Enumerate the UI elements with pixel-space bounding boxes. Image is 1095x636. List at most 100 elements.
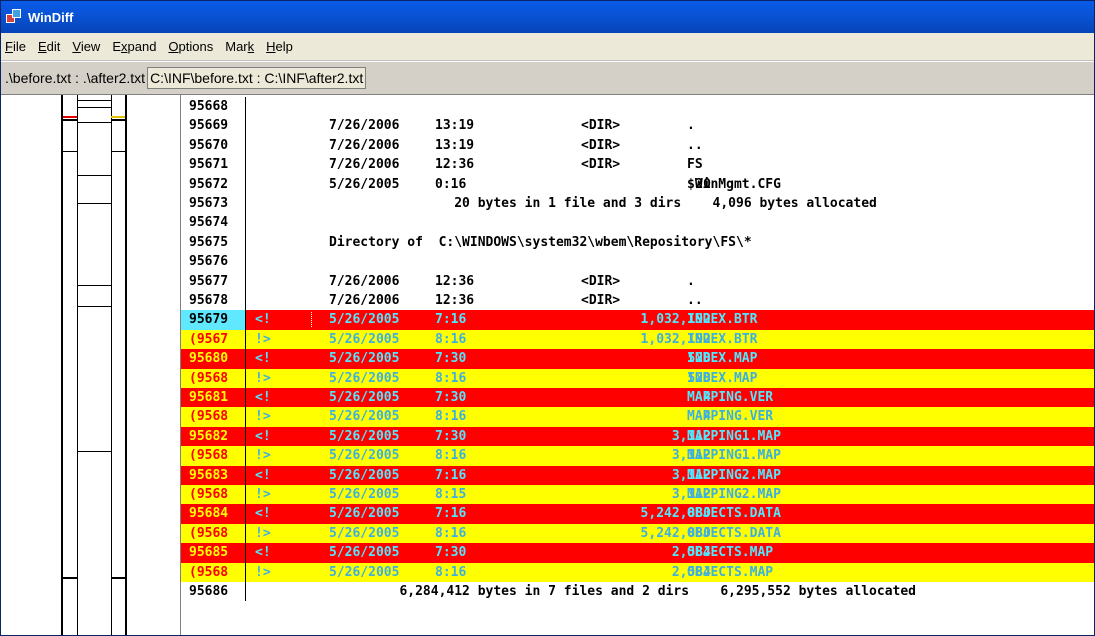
- diff-row[interactable]: 95673 20 bytes in 1 file and 3 dirs 4,09…: [181, 194, 1094, 214]
- menu-item[interactable]: Edit: [38, 39, 60, 54]
- file-date: 5/26/2005: [329, 390, 400, 405]
- file-date: 5/26/2005: [329, 370, 400, 386]
- diff-row[interactable]: (9568 !> 5/26/2005 8:16 4 MAPPING.VER: [181, 407, 1094, 427]
- menu-item[interactable]: View: [72, 39, 100, 54]
- diff-marker: !>: [255, 525, 271, 541]
- diff-row[interactable]: 95683 <! 5/26/2005 7:16 3,112 MAPPING2.MAP: [181, 465, 1094, 485]
- line-text: 20 bytes in 1 file and 3 dirs 4,096 byte…: [329, 196, 877, 211]
- diff-row[interactable]: 95672 5/26/2005 0:16 20 $WinMgmt.CFG: [181, 174, 1094, 194]
- diff-row[interactable]: 95681 <! 5/26/2005 7:30 4 MAPPING.VER: [181, 388, 1094, 408]
- file-time: 7:16: [435, 312, 467, 328]
- file-date: 5/26/2005: [329, 312, 400, 328]
- diff-row[interactable]: (9567 !> 5/26/2005 8:16 1,032,192 INDEX.BTR: [181, 329, 1094, 350]
- line-number: 95679: [181, 310, 245, 330]
- menu-item[interactable]: Expand: [112, 39, 156, 54]
- diff-row[interactable]: (9568 !> 5/26/2005 8:16 5,242,880 OBJECTS.DAT…: [181, 523, 1094, 544]
- diff-marker: <!: [255, 467, 271, 483]
- line-number: 95685: [189, 545, 229, 561]
- file-time: 7:30: [435, 428, 467, 444]
- file-date: 5/26/2005: [329, 428, 400, 444]
- file-date: 5/26/2005: [329, 331, 400, 347]
- file-date: 5/26/2005: [329, 409, 400, 425]
- dir-tag: <DIR>: [581, 118, 621, 134]
- menu-item[interactable]: Help: [266, 39, 293, 54]
- file-date: 7/26/2006: [329, 118, 400, 134]
- diff-row[interactable]: (9568 !> 5/26/2005 8:16 2,584 OBJECTS.MAP: [181, 562, 1094, 582]
- file-date: 5/26/2005: [329, 448, 400, 464]
- diff-row[interactable]: 95674: [181, 213, 1094, 233]
- line-text: Directory of C:\WINDOWS\system32\wbem\Re…: [329, 234, 752, 250]
- diff-marker: !>: [255, 564, 271, 580]
- diff-marker: !>: [255, 448, 271, 464]
- line-number: 95674: [189, 215, 229, 231]
- file-time: 13:19: [435, 137, 475, 153]
- line-number: 95675: [189, 234, 229, 250]
- diff-row[interactable]: 95680 <! 5/26/2005 7:30 528 INDEX.MAP: [181, 349, 1094, 369]
- file-name: MAPPING2.MAP: [687, 487, 781, 502]
- file-time: 8:15: [435, 487, 467, 502]
- file-name: MAPPING2.MAP: [687, 467, 781, 483]
- file-name: MAPPING1.MAP: [687, 428, 781, 444]
- diff-marker: !>: [255, 409, 271, 425]
- menu-item[interactable]: Options: [168, 39, 213, 54]
- file-date: 5/26/2005: [329, 525, 400, 541]
- diff-marker: !>: [255, 487, 271, 502]
- diff-row[interactable]: 95678 7/26/2006 12:36 <DIR>..: [181, 291, 1094, 311]
- diff-row[interactable]: 95669 7/26/2006 13:19 <DIR>.: [181, 116, 1094, 136]
- file-time: 8:16: [435, 564, 467, 580]
- file-name: ..: [687, 137, 703, 153]
- line-number: 95673: [189, 196, 229, 211]
- diff-row[interactable]: 95682 <! 5/26/2005 7:30 3,112 MAPPING1.MAP: [181, 426, 1094, 447]
- diff-row[interactable]: (9568 !> 5/26/2005 8:15 3,112 MAPPING2.MAP: [181, 485, 1094, 505]
- line-text: 6,284,412 bytes in 7 files and 2 dirs 6,…: [329, 584, 916, 599]
- line-number: 95686: [189, 584, 229, 599]
- line-number: (9568: [189, 409, 229, 425]
- windiff-window: WinDiff File Edit View Expand Options Mark Hel…: [0, 0, 1095, 636]
- file-date: 5/26/2005: [329, 506, 400, 522]
- file-date: 5/26/2005: [329, 176, 400, 192]
- line-number: 95683: [189, 467, 229, 483]
- diff-row[interactable]: 95686 6,284,412 bytes in 7 files and 2 d…: [181, 582, 1094, 602]
- dir-tag: <DIR>: [581, 273, 621, 289]
- file-time: 0:16: [435, 176, 467, 192]
- diff-row[interactable]: 95685 <! 5/26/2005 7:30 2,584 OBJECTS.MAP: [181, 543, 1094, 563]
- diff-row[interactable]: 95679 <! 5/26/2005 7:16 1,032,192 INDEX.BTR: [181, 310, 1094, 330]
- file-time: 12:36: [435, 293, 475, 308]
- path-bar: .\before.txt : .\after2.txt C:\INF\befor…: [1, 62, 1094, 95]
- file-date: 5/26/2005: [329, 487, 400, 502]
- file-name: OBJECTS.MAP: [687, 545, 774, 561]
- file-name: .: [687, 273, 695, 289]
- title-bar[interactable]: WinDiff: [1, 1, 1094, 33]
- diff-row[interactable]: 95677 7/26/2006 12:36 <DIR>.: [181, 271, 1094, 291]
- outline-bar[interactable]: [1, 95, 181, 635]
- diff-row[interactable]: 95670 7/26/2006 13:19 <DIR>..: [181, 135, 1094, 156]
- file-name: MAPPING.VER: [687, 409, 774, 425]
- line-number: (9568: [189, 525, 229, 541]
- line-number: (9567: [189, 331, 229, 347]
- file-date: 5/26/2005: [329, 545, 400, 561]
- diff-marker: <!: [255, 545, 271, 561]
- line-number: (9568: [189, 487, 229, 502]
- file-date: 5/26/2005: [329, 564, 400, 580]
- file-name: $WinMgmt.CFG: [687, 176, 781, 192]
- diff-view[interactable]: 95668 95669 7/26/2006 13:19 <DIR>. 95670 7/26/…: [181, 95, 1094, 635]
- file-name: OBJECTS.DATA: [687, 525, 781, 541]
- diff-row[interactable]: 95668: [181, 97, 1094, 117]
- line-number: 95684: [189, 506, 229, 522]
- file-name: FS: [687, 157, 703, 173]
- file-time: 12:36: [435, 273, 475, 289]
- path-box: C:\INF\before.txt : C:\INF\after2.txt: [147, 67, 367, 89]
- diff-row[interactable]: 95684 <! 5/26/2005 7:16 5,242,880 OBJECTS.DAT…: [181, 504, 1094, 524]
- diff-row[interactable]: (9568 !> 5/26/2005 8:16 3,112 MAPPING1.MAP: [181, 446, 1094, 466]
- line-number: 95668: [189, 99, 229, 114]
- diff-row[interactable]: 95675 Directory of C:\WINDOWS\system32\wb…: [181, 232, 1094, 253]
- menu-item[interactable]: File: [5, 39, 26, 54]
- diff-row[interactable]: (9568 !> 5/26/2005 8:16 528 INDEX.MAP: [181, 368, 1094, 388]
- line-number: 95669: [189, 118, 229, 134]
- file-name: MAPPING.VER: [687, 390, 774, 405]
- line-number: 95671: [189, 157, 229, 173]
- dir-tag: <DIR>: [581, 293, 621, 308]
- diff-row[interactable]: 95676: [181, 252, 1094, 272]
- diff-row[interactable]: 95671 7/26/2006 12:36 <DIR> FS: [181, 155, 1094, 175]
- menu-item[interactable]: Mark: [225, 39, 254, 54]
